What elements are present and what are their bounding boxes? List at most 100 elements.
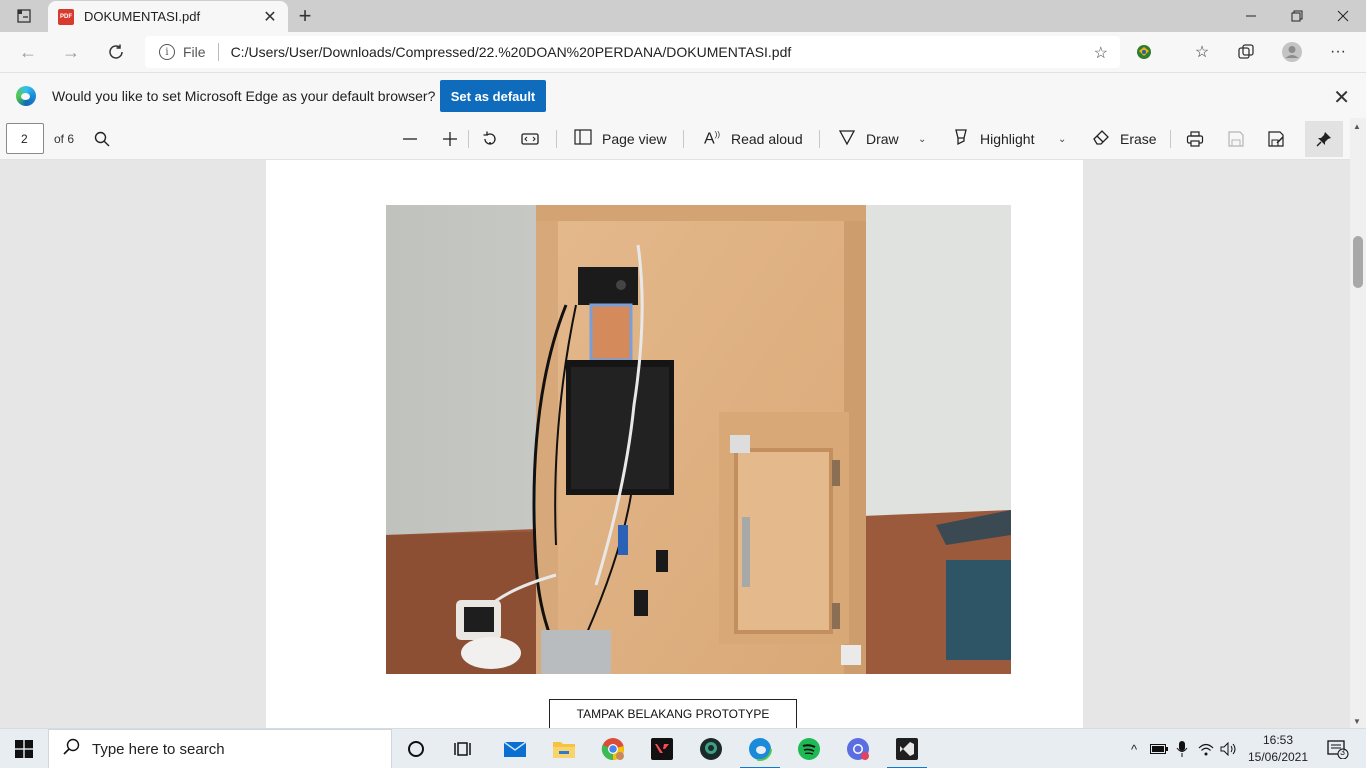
page-view-button[interactable]: Page view [574,128,667,150]
tab-title: DOKUMENTASI.pdf [84,9,201,24]
page-count-label: of 6 [54,132,75,146]
system-clock[interactable]: 16:53 15/06/2021 [1240,732,1316,766]
pin-toolbar-icon[interactable] [1305,121,1343,157]
draw-label: Draw [866,131,899,147]
tab-dokumentasi[interactable]: PDF DOKUMENTASI.pdf ✕ [48,1,288,32]
chrome-icon[interactable] [589,729,637,768]
scroll-up-icon[interactable]: ▲ [1353,122,1361,131]
task-view-icon[interactable] [440,729,488,768]
save-as-icon[interactable] [1267,128,1285,150]
visual-studio-icon[interactable] [883,729,931,768]
cortana-icon[interactable] [392,729,440,768]
more-options-icon[interactable]: ··· [1326,40,1350,64]
search-placeholder: Type here to search [92,740,225,758]
draw-icon [838,128,856,151]
clock-date: 15/06/2021 [1247,750,1309,764]
clock-time: 16:53 [1262,733,1294,747]
microphone-icon[interactable] [1172,729,1192,768]
scheme-label: File [183,44,206,60]
zoom-out-icon[interactable] [402,128,418,150]
eraser-icon [1092,128,1110,151]
tab-actions-icon [17,9,31,23]
gaming-app-icon[interactable] [687,729,735,768]
forward-arrow-icon[interactable]: → [57,38,85,66]
zoom-in-icon[interactable] [442,128,458,150]
address-separator [217,43,219,61]
mail-icon[interactable] [491,729,539,768]
close-window-icon[interactable] [1320,0,1366,32]
toolbar-divider [819,130,820,148]
highlight-options-chevron-icon[interactable]: ⌄ [1058,128,1066,150]
search-icon [63,738,80,760]
spotify-icon[interactable] [785,729,833,768]
read-aloud-label: Read aloud [731,131,803,147]
battery-icon[interactable] [1148,729,1170,768]
restore-icon[interactable] [1274,0,1320,32]
back-arrow-icon[interactable]: ← [14,38,42,66]
start-button[interactable] [0,729,48,768]
tab-actions-button[interactable] [10,6,38,26]
toolbar-divider [468,130,469,148]
favorites-icon[interactable]: ☆ [1190,40,1214,64]
pdf-viewer[interactable]: TAMPAK BELAKANG PROTOTYPE [0,160,1350,728]
taskbar-search-box[interactable]: Type here to search [48,729,392,768]
navigation-bar: ← → i File C:/Users/User/Downloads/Compr… [0,32,1366,72]
pdf-file-icon: PDF [58,8,74,25]
infobar-message: Would you like to set Microsoft Edge as … [52,88,436,104]
site-info-icon[interactable]: i [159,44,175,60]
erase-label: Erase [1120,131,1157,147]
pdf-page: TAMPAK BELAKANG PROTOTYPE [266,160,1083,728]
chrome-profile-icon[interactable] [834,729,882,768]
set-as-default-button[interactable]: Set as default [440,80,546,112]
highlight-label: Highlight [980,131,1035,147]
print-icon[interactable] [1186,128,1204,150]
edge-taskbar-icon[interactable] [736,729,784,768]
toolbar-divider [683,130,684,148]
extension-icon[interactable] [1132,40,1156,64]
file-explorer-icon[interactable] [540,729,588,768]
volume-icon[interactable] [1218,729,1240,768]
page-view-label: Page view [602,131,667,147]
windows-taskbar: Type here to search ^ 16:53 15/06/2021 3 [0,728,1366,768]
vertical-scrollbar[interactable]: ▲ ▼ [1350,118,1366,728]
draw-button[interactable]: Draw [838,128,899,150]
add-favorite-icon[interactable]: ☆ [1094,43,1108,63]
windows-logo-icon [15,740,33,758]
page-number-input[interactable] [6,123,44,154]
read-aloud-button[interactable]: A)) Read aloud [703,128,803,150]
find-icon[interactable] [94,128,110,150]
edge-logo-icon [16,86,36,106]
tab-strip: PDF DOKUMENTASI.pdf ✕ + [0,0,1366,32]
scrollbar-thumb[interactable] [1353,236,1363,288]
notification-center-icon[interactable]: 3 [1318,729,1358,768]
scroll-down-icon[interactable]: ▼ [1353,717,1361,726]
collections-icon[interactable] [1234,40,1258,64]
toolbar-divider [1170,130,1171,148]
erase-button[interactable]: Erase [1092,128,1157,150]
fit-to-width-icon[interactable] [521,128,539,150]
draw-options-chevron-icon[interactable]: ⌄ [918,128,926,150]
save-icon [1227,128,1245,150]
prototype-photo [386,205,1011,674]
toolbar-divider [556,130,557,148]
read-aloud-icon: A)) [704,129,720,148]
valorant-icon[interactable] [638,729,686,768]
address-bar[interactable]: i File C:/Users/User/Downloads/Compresse… [145,36,1120,68]
highlight-icon [952,128,970,151]
wifi-icon[interactable] [1196,729,1216,768]
show-hidden-icons-icon[interactable]: ^ [1124,729,1144,768]
profile-avatar-icon[interactable] [1280,40,1304,64]
refresh-icon[interactable] [102,38,130,66]
highlight-button[interactable]: Highlight [952,128,1034,150]
url-text[interactable]: C:/Users/User/Downloads/Compressed/22.%2… [231,44,792,60]
notification-count: 3 [1340,747,1346,757]
tab-close-icon[interactable]: ✕ [260,7,280,27]
rotate-icon[interactable] [481,128,499,150]
photo-caption: TAMPAK BELAKANG PROTOTYPE [549,699,797,728]
minimize-icon[interactable] [1228,0,1274,32]
default-browser-infobar: Would you like to set Microsoft Edge as … [0,72,1366,118]
page-view-icon [574,128,592,150]
pdf-toolbar: of 6 Page view A)) Read aloud Draw ⌄ H [0,118,1366,160]
new-tab-icon[interactable]: + [294,3,316,28]
infobar-close-icon[interactable]: ✕ [1333,85,1350,110]
